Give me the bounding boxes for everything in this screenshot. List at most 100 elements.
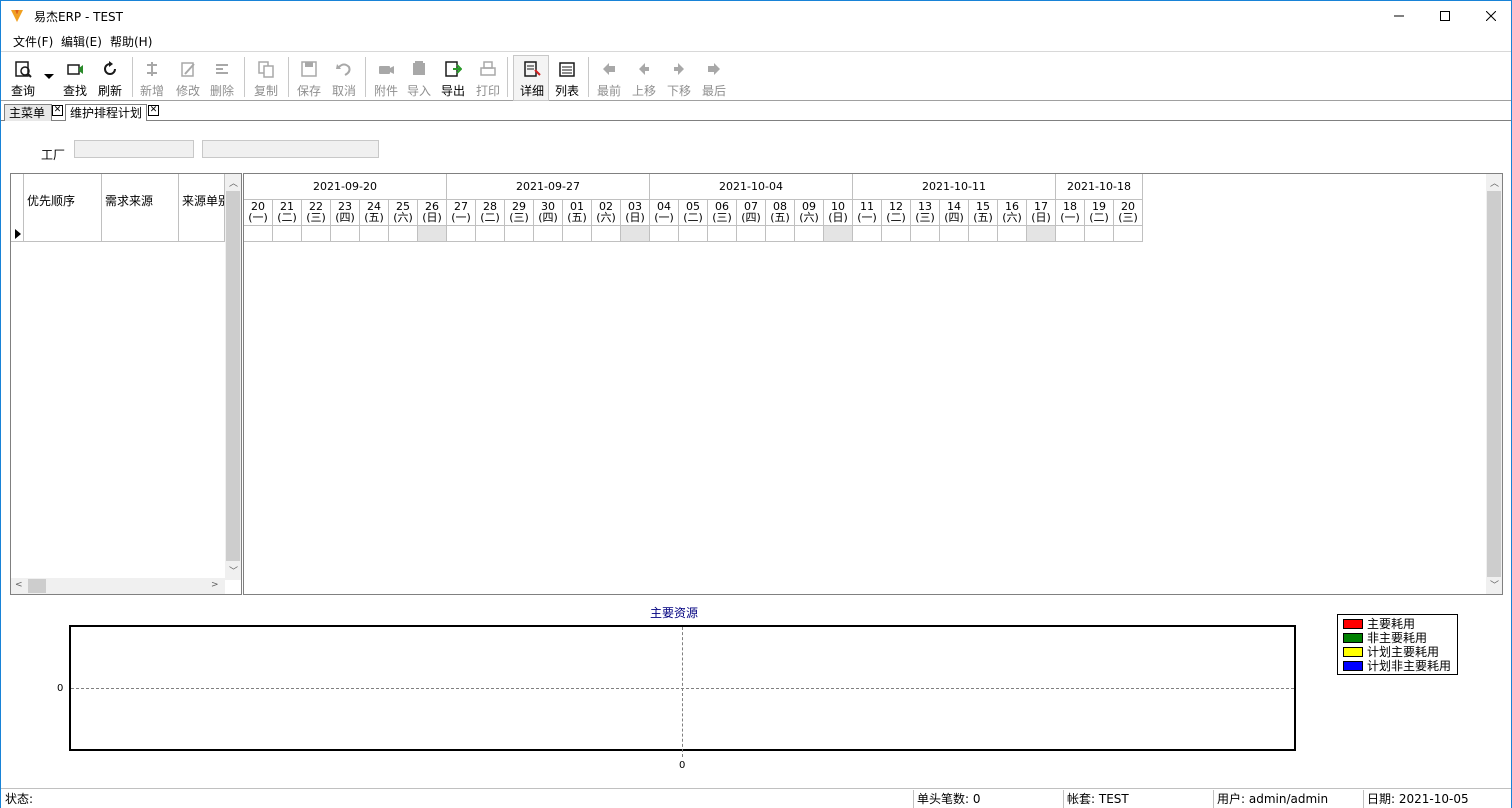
query-button[interactable]: 查询 <box>5 58 41 98</box>
legend-swatch <box>1343 661 1363 671</box>
schedule-cell[interactable] <box>592 226 621 242</box>
schedule-cell[interactable] <box>853 226 882 242</box>
schedule-cell[interactable] <box>447 226 476 242</box>
attachment-button[interactable]: 附件 <box>368 58 404 98</box>
day-header: 05 (二) <box>679 200 708 226</box>
schedule-cell[interactable] <box>534 226 563 242</box>
prev-button[interactable]: 上移 <box>626 58 662 98</box>
toolbar-button-label: 刷新 <box>97 84 122 98</box>
day-header: 23 (四) <box>331 200 360 226</box>
menu-file[interactable]: 文件(F) <box>13 33 53 50</box>
schedule-cell[interactable] <box>679 226 708 242</box>
schedule-cell[interactable] <box>737 226 766 242</box>
scroll-thumb[interactable] <box>226 191 240 561</box>
factory-code-input[interactable] <box>74 140 194 158</box>
tab-schedule-plan-close-icon[interactable]: ✕ <box>148 105 159 116</box>
schedule-cell[interactable] <box>273 226 302 242</box>
refresh-button[interactable]: 刷新 <box>92 58 128 98</box>
schedule-cell[interactable] <box>650 226 679 242</box>
schedule-cell[interactable] <box>969 226 998 242</box>
day-header: 09 (六) <box>795 200 824 226</box>
col-source-type[interactable]: 来源单别 <box>179 174 225 226</box>
week-header: 2021-09-20 <box>244 174 447 200</box>
schedule-cell[interactable] <box>563 226 592 242</box>
schedule-cell[interactable] <box>1085 226 1114 242</box>
schedule-cell[interactable] <box>824 226 853 242</box>
first-button[interactable]: 最前 <box>591 58 627 98</box>
weekday-label: (一) <box>1060 211 1080 224</box>
right-vertical-scrollbar[interactable]: ︿ ﹀ <box>1486 174 1502 594</box>
schedule-cell[interactable] <box>766 226 795 242</box>
maximize-button[interactable] <box>1422 1 1468 31</box>
schedule-cell[interactable] <box>621 226 650 242</box>
scroll-thumb[interactable] <box>28 579 46 593</box>
menu-edit[interactable]: 编辑(E) <box>61 33 102 50</box>
scroll-up-icon[interactable]: ︿ <box>229 176 238 189</box>
next-button[interactable]: 下移 <box>661 58 697 98</box>
undo-button[interactable]: 取消 <box>326 58 362 98</box>
tab-main-menu-close-icon[interactable]: ✕ <box>52 105 63 116</box>
close-button[interactable] <box>1468 1 1512 31</box>
schedule-cell[interactable] <box>302 226 331 242</box>
table-cell[interactable] <box>24 226 102 242</box>
save-button[interactable]: 保存 <box>291 58 327 98</box>
find-button[interactable]: 查找 <box>57 58 93 98</box>
schedule-cell[interactable] <box>882 226 911 242</box>
schedule-cell[interactable] <box>911 226 940 242</box>
schedule-cell[interactable] <box>418 226 447 242</box>
schedule-cell[interactable] <box>795 226 824 242</box>
delete-button[interactable]: 删除 <box>204 58 240 98</box>
toolbar-separator <box>244 57 245 97</box>
scroll-down-icon[interactable]: ﹀ <box>229 564 238 577</box>
table-cell[interactable] <box>179 226 225 242</box>
add-button[interactable]: 新增 <box>134 58 170 98</box>
legend-item: 非主要耗用 <box>1343 631 1427 645</box>
minimize-button[interactable] <box>1376 1 1422 31</box>
schedule-cell[interactable] <box>360 226 389 242</box>
print-button[interactable]: 打印 <box>470 58 506 98</box>
schedule-cell[interactable] <box>1027 226 1056 242</box>
tab-schedule-plan[interactable]: 维护排程计划 <box>65 104 147 121</box>
row-indicator-cell <box>11 226 24 242</box>
toolbar-button-label: 附件 <box>373 84 398 98</box>
toolbar-button-label: 查找 <box>62 84 87 98</box>
schedule-cell[interactable] <box>1114 226 1143 242</box>
query-dropdown-icon[interactable] <box>44 74 54 79</box>
export-button[interactable]: 导出 <box>435 58 471 98</box>
schedule-cell[interactable] <box>476 226 505 242</box>
detail-button[interactable]: 详细 <box>514 58 550 98</box>
table-cell[interactable] <box>102 226 179 242</box>
toolbar-button-label: 查询 <box>10 84 35 98</box>
scroll-thumb[interactable] <box>1487 191 1501 577</box>
schedule-cell[interactable] <box>505 226 534 242</box>
menu-help[interactable]: 帮助(H) <box>110 33 152 50</box>
tab-main-menu[interactable]: 主菜单 <box>4 104 52 121</box>
scroll-right-icon[interactable]: > <box>211 580 219 590</box>
list-button[interactable]: 列表 <box>549 58 585 98</box>
col-demand-source[interactable]: 需求来源 <box>102 174 179 226</box>
schedule-cell[interactable] <box>1056 226 1085 242</box>
last-button[interactable]: 最后 <box>696 58 732 98</box>
left-vertical-scrollbar[interactable]: ︿ ﹀ <box>225 174 241 580</box>
delete-icon <box>216 64 228 74</box>
detail-icon <box>524 61 541 77</box>
left-horizontal-scrollbar[interactable]: < > <box>11 578 225 594</box>
undo-icon <box>336 63 351 76</box>
scroll-left-icon[interactable]: < <box>15 580 23 590</box>
attachment-icon <box>379 66 394 74</box>
weekday-label: (六) <box>596 211 616 224</box>
schedule-cell[interactable] <box>331 226 360 242</box>
schedule-cell[interactable] <box>998 226 1027 242</box>
table-row[interactable] <box>11 226 225 242</box>
col-priority[interactable]: 优先顺序 <box>24 174 102 226</box>
scroll-down-icon[interactable]: ﹀ <box>1490 578 1499 591</box>
schedule-cell[interactable] <box>708 226 737 242</box>
copy-button[interactable]: 复制 <box>248 58 284 98</box>
schedule-cell[interactable] <box>389 226 418 242</box>
schedule-cell[interactable] <box>940 226 969 242</box>
scroll-up-icon[interactable]: ︿ <box>1490 176 1499 189</box>
import-button[interactable]: 导入 <box>401 58 437 98</box>
edit-button[interactable]: 修改 <box>170 58 206 98</box>
factory-name-input[interactable] <box>202 140 379 158</box>
schedule-cell[interactable] <box>244 226 273 242</box>
